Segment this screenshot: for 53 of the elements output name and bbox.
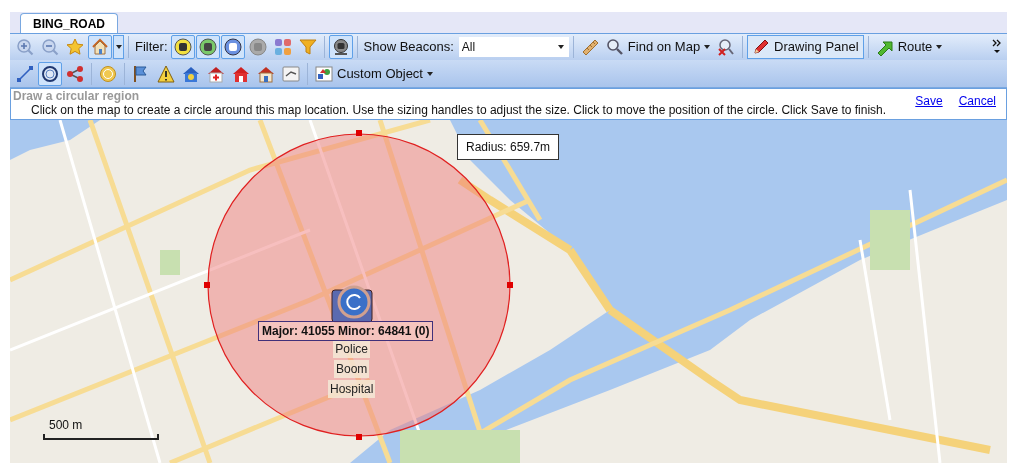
shapes-icon (315, 64, 333, 83)
arrow-icon (875, 38, 894, 56)
dropdown-button[interactable] (113, 35, 124, 59)
instruction-title: Draw a circular region (13, 89, 141, 103)
home-icon (91, 38, 109, 56)
hospital-icon (207, 64, 225, 83)
line-tool-icon (16, 64, 34, 83)
circle-tool-button[interactable] (38, 61, 62, 86)
resize-handle[interactable] (507, 282, 513, 288)
zoom-out-icon (41, 38, 59, 56)
caret-icon (557, 45, 564, 49)
pencil-icon (752, 38, 771, 56)
warning-icon (157, 64, 175, 83)
route-button[interactable]: Route (872, 35, 946, 59)
drawing-panel-button[interactable]: Drawing Panel (747, 35, 864, 59)
resize-handle[interactable] (204, 282, 210, 288)
funnel-icon (298, 38, 317, 56)
color-blocks-icon (273, 38, 292, 56)
caret-icon (936, 45, 943, 49)
beacon-button[interactable] (328, 35, 353, 59)
circle-region[interactable] (207, 133, 511, 437)
place-label: Boom (334, 360, 370, 378)
radius-label: Radius: 659.7m (457, 134, 560, 160)
house-icon (257, 64, 275, 83)
coin-icon (99, 64, 117, 83)
caret-icon (427, 71, 433, 76)
clear-search-icon (717, 38, 736, 56)
flag-icon (132, 64, 150, 83)
caret-icon (704, 45, 711, 49)
find-on-map-button[interactable]: Find on Map (602, 35, 714, 59)
place-label: Hospital (328, 380, 376, 398)
resize-handle[interactable] (356, 434, 362, 440)
resize-handle[interactable] (356, 130, 362, 136)
filter-label: Filter: (134, 38, 169, 57)
show-beacons-label: Show Beacons: (362, 38, 455, 57)
beacon-icon (331, 38, 350, 56)
show-beacons-dropdown[interactable]: All (458, 37, 569, 57)
link[interactable]: Save (915, 92, 943, 119)
house-icon (232, 64, 250, 83)
caret-icon (115, 45, 122, 49)
nodes-icon (66, 64, 84, 83)
link[interactable]: Cancel (958, 92, 996, 119)
shield-house-icon (182, 64, 200, 83)
map-tab[interactable]: BING_ROAD (20, 13, 118, 33)
zoom-in-icon (16, 38, 34, 56)
search-icon (605, 38, 624, 56)
scale-label: 500 m (48, 417, 84, 434)
beacon-label: Major: 41055 Minor: 64841 (0) (258, 321, 434, 341)
instruction-text: Click on the map to create a circle around this map location. Use the sizing handles to adjust the size. Click to move the position of the circle. Click Save to finish. (30, 103, 887, 117)
circle-tool-icon (41, 64, 59, 83)
custom-object-button[interactable]: Custom Object (312, 61, 436, 86)
ruler-icon (580, 38, 599, 56)
star-icon (66, 38, 84, 56)
